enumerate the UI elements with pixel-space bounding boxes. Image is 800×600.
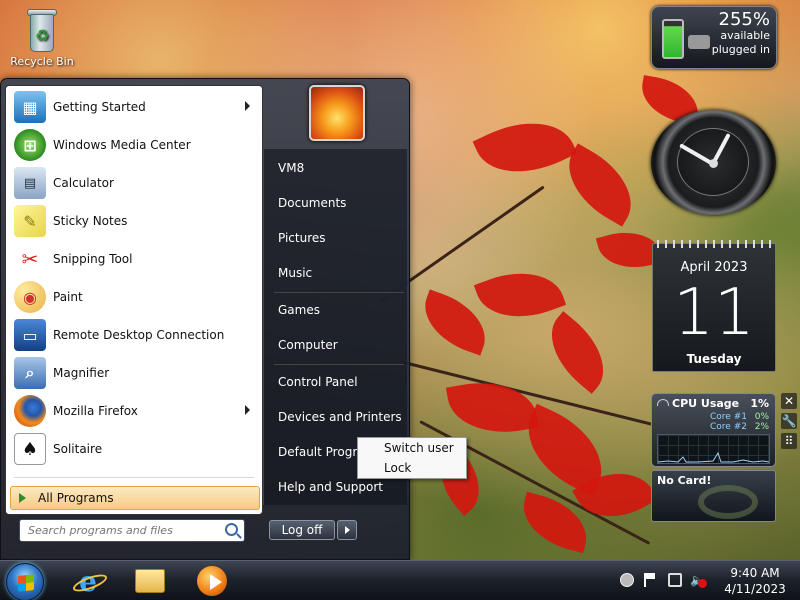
program-solitaire[interactable]: ♠ Solitaire <box>6 430 262 468</box>
clock-gadget[interactable] <box>651 110 776 215</box>
program-snipping-tool[interactable]: ✂ Snipping Tool <box>6 240 262 278</box>
program-windows-media-center[interactable]: ⊞ Windows Media Center <box>6 126 262 164</box>
calendar-month: April 2023 <box>680 260 748 275</box>
internet-explorer-icon[interactable]: e <box>70 563 106 599</box>
program-remote-desktop-connection[interactable]: ▭ Remote Desktop Connection <box>6 316 262 354</box>
submenu-arrow-icon <box>245 405 250 415</box>
program-mozilla-firefox[interactable]: Mozilla Firefox <box>6 392 262 430</box>
taskbar-clock[interactable]: 9:40 AM 4/11/2023 <box>710 565 800 597</box>
remote-desktop-icon: ▭ <box>14 319 46 351</box>
core2-value: 2% <box>754 422 769 432</box>
tray-network-icon[interactable] <box>620 573 634 587</box>
gadget-options-wrench-icon[interactable]: 🔧 <box>781 413 797 429</box>
calendar-rings <box>657 240 773 248</box>
solitaire-icon: ♠ <box>14 433 46 465</box>
clock-time: 9:40 AM <box>730 566 780 580</box>
tray-action-center-flag-icon[interactable] <box>644 573 655 587</box>
right-pane-divider <box>274 364 404 365</box>
search-icon[interactable] <box>225 523 238 536</box>
link-devices-and-printers[interactable]: Devices and Printers <box>278 410 402 424</box>
battery-gadget[interactable]: 255% available plugged in <box>651 6 777 69</box>
getting-started-icon: ▦ <box>14 91 46 123</box>
snipping-tool-icon: ✂ <box>14 243 46 275</box>
calculator-icon: ▤ <box>14 167 46 199</box>
windows-media-player-icon[interactable] <box>194 563 230 599</box>
link-pictures[interactable]: Pictures <box>278 231 326 245</box>
link-user-folder[interactable]: VM8 <box>278 161 304 175</box>
program-calculator[interactable]: ▤ Calculator <box>6 164 262 202</box>
link-help-and-support[interactable]: Help and Support <box>278 480 383 494</box>
windows-explorer-icon[interactable] <box>132 563 168 599</box>
calendar-weekday: Tuesday <box>686 352 742 366</box>
user-avatar[interactable] <box>309 85 365 141</box>
all-programs-arrow-icon <box>19 493 26 503</box>
gpu-status: No Card! <box>657 474 712 487</box>
core1-value: 0% <box>754 412 769 422</box>
nvidia-logo-icon <box>698 485 758 519</box>
gadget-close-icon[interactable]: ✕ <box>781 393 797 409</box>
magnifier-icon: ⌕ <box>14 357 46 389</box>
start-menu-program-list: ▦ Getting Started ⊞ Windows Media Center… <box>5 85 263 515</box>
link-games[interactable]: Games <box>278 303 320 317</box>
core2-label: Core #2 <box>710 422 747 432</box>
menu-item-switch-user[interactable]: Switch user <box>384 441 454 455</box>
calendar-day: 11 <box>673 276 755 350</box>
all-programs-button[interactable]: All Programs <box>10 486 260 510</box>
cpu-history-graph <box>657 434 770 464</box>
link-control-panel[interactable]: Control Panel <box>278 375 358 389</box>
calendar-gadget[interactable]: April 2023 11 Tuesday <box>652 240 776 372</box>
recycle-bin-label: Recycle Bin <box>10 55 74 68</box>
program-getting-started[interactable]: ▦ Getting Started <box>6 88 262 126</box>
cpu-total: 1% <box>750 397 769 410</box>
clock-center <box>709 159 718 168</box>
battery-icon <box>662 19 684 59</box>
link-computer[interactable]: Computer <box>278 338 338 352</box>
core1-label: Core #1 <box>710 412 747 422</box>
gadget-drag-handle-icon[interactable]: ⠿ <box>781 433 797 449</box>
program-magnifier[interactable]: ⌕ Magnifier <box>6 354 262 392</box>
start-menu: ▦ Getting Started ⊞ Windows Media Center… <box>0 78 410 560</box>
recycle-bin-icon: ♻ <box>25 6 59 52</box>
cpu-usage-gadget[interactable]: CPU Usage 1% Core #1 0% Core #2 2% <box>651 393 776 467</box>
power-options-menu: Switch user Lock <box>357 437 467 479</box>
tray-volume-muted-icon[interactable]: 🔈 <box>690 573 707 588</box>
submenu-arrow-icon <box>245 101 250 111</box>
log-off-button[interactable]: Log off <box>269 520 335 540</box>
recycle-bin-desktop-icon[interactable]: ♻ Recycle Bin <box>6 4 78 68</box>
program-list-divider <box>14 477 254 478</box>
windows-logo-icon <box>18 574 34 592</box>
cpu-gauge-icon <box>657 399 669 406</box>
taskbar: e 🔈 9:40 AM 4/11/2023 <box>0 560 800 600</box>
start-button[interactable] <box>6 563 44 600</box>
battery-percent: 255% <box>718 9 770 30</box>
paint-icon: ◉ <box>14 281 46 313</box>
battery-status-available: available <box>720 29 770 42</box>
power-plug-icon <box>688 35 710 49</box>
media-center-icon: ⊞ <box>14 129 46 161</box>
link-music[interactable]: Music <box>278 266 312 280</box>
right-pane-divider <box>274 292 404 293</box>
cpu-title: CPU Usage <box>672 397 740 410</box>
sticky-notes-icon: ✎ <box>14 205 46 237</box>
menu-item-lock[interactable]: Lock <box>384 461 411 475</box>
gpu-gadget[interactable]: No Card! <box>651 470 776 522</box>
battery-status-plugged: plugged in <box>711 43 770 56</box>
cpu-graph-line <box>657 451 770 463</box>
tray-display-icon[interactable] <box>668 573 682 587</box>
firefox-icon <box>14 395 46 427</box>
program-sticky-notes[interactable]: ✎ Sticky Notes <box>6 202 262 240</box>
link-documents[interactable]: Documents <box>278 196 346 210</box>
search-input[interactable] <box>28 520 218 541</box>
program-paint[interactable]: ◉ Paint <box>6 278 262 316</box>
power-options-arrow-button[interactable] <box>337 520 357 540</box>
clock-date: 4/11/2023 <box>724 582 786 596</box>
start-search-box[interactable] <box>19 519 245 542</box>
